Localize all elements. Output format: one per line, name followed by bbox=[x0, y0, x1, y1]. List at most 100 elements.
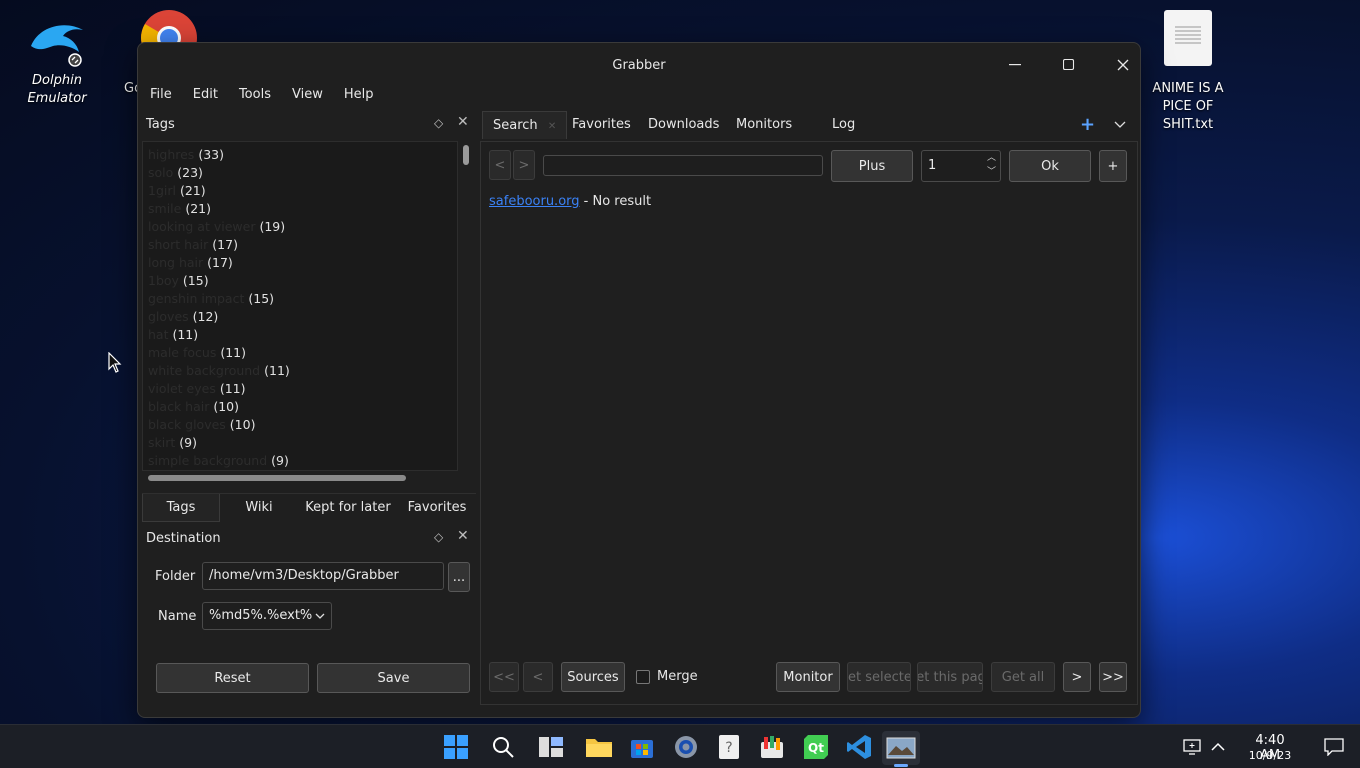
notifications-button[interactable] bbox=[1320, 731, 1348, 763]
next-page-button[interactable]: > bbox=[1063, 662, 1091, 692]
tab-favorites-main[interactable]: Favorites bbox=[572, 111, 631, 139]
task-view-button[interactable] bbox=[535, 731, 567, 763]
tag-name[interactable]: violet eyes bbox=[148, 381, 216, 396]
tag-name[interactable]: 1girl bbox=[148, 183, 176, 198]
previous-page-button-top[interactable]: < bbox=[489, 150, 511, 180]
tag-list-item[interactable]: simple background (9) bbox=[148, 452, 457, 470]
tag-list-item[interactable]: gloves (12) bbox=[148, 308, 457, 326]
close-icon[interactable]: ✕ bbox=[457, 114, 469, 130]
get-all-button[interactable]: Get all bbox=[991, 662, 1055, 692]
float-icon[interactable]: ◇ bbox=[434, 116, 443, 130]
tab-wiki[interactable]: Wiki bbox=[220, 494, 298, 522]
paint-app-button[interactable] bbox=[756, 731, 788, 763]
tab-downloads[interactable]: Downloads bbox=[648, 111, 719, 139]
tag-name[interactable]: smile bbox=[148, 201, 181, 216]
sources-button[interactable]: Sources bbox=[561, 662, 625, 692]
close-icon[interactable]: ✕ bbox=[457, 528, 469, 544]
tag-name[interactable]: male focus bbox=[148, 345, 216, 360]
tag-name[interactable]: solo bbox=[148, 165, 173, 180]
desktop-icon-textfile[interactable]: ANIME IS A PICE OF SHIT.txt bbox=[1138, 10, 1238, 134]
tab-monitors[interactable]: Monitors bbox=[736, 111, 792, 139]
tag-list-item[interactable]: 1boy (15) bbox=[148, 272, 457, 290]
tab-log[interactable]: Log bbox=[832, 111, 855, 139]
plus-button[interactable]: Plus bbox=[831, 150, 913, 182]
tag-list-item[interactable]: black gloves (10) bbox=[148, 416, 457, 434]
menu-tools[interactable]: Tools bbox=[227, 85, 280, 107]
tab-favorites[interactable]: Favorites bbox=[398, 494, 476, 522]
tag-name[interactable]: highres bbox=[148, 147, 194, 162]
display-tray-button[interactable] bbox=[1180, 731, 1204, 763]
maximize-button[interactable] bbox=[1046, 49, 1092, 81]
tag-list-item[interactable]: short hair (17) bbox=[148, 236, 457, 254]
add-source-button[interactable]: + bbox=[1099, 150, 1127, 182]
add-tab-icon[interactable]: + bbox=[1080, 111, 1095, 139]
search-input[interactable] bbox=[543, 155, 823, 176]
menu-view[interactable]: View bbox=[280, 85, 332, 107]
horizontal-scrollbar[interactable] bbox=[148, 475, 406, 481]
source-link[interactable]: safebooru.org bbox=[489, 194, 580, 209]
monitor-button[interactable]: Monitor bbox=[776, 662, 840, 692]
title-bar[interactable]: Grabber bbox=[138, 43, 1140, 87]
save-button[interactable]: Save bbox=[317, 663, 470, 693]
tag-list-item[interactable]: solo (23) bbox=[148, 164, 457, 182]
vertical-scrollbar[interactable] bbox=[462, 143, 470, 469]
tag-name[interactable]: hat bbox=[148, 327, 168, 342]
tag-name[interactable]: 1boy bbox=[148, 273, 179, 288]
tag-name[interactable]: black hair bbox=[148, 399, 209, 414]
tag-list-item[interactable]: smile (21) bbox=[148, 200, 457, 218]
close-tab-icon[interactable]: ✕ bbox=[548, 121, 556, 132]
close-button[interactable] bbox=[1100, 49, 1140, 81]
ok-button[interactable]: Ok bbox=[1009, 150, 1091, 182]
next-page-button-top[interactable]: > bbox=[513, 150, 535, 180]
tabs-menu-button[interactable] bbox=[1114, 111, 1126, 139]
tag-name[interactable]: looking at viewer bbox=[148, 219, 255, 234]
tag-name[interactable]: simple background bbox=[148, 453, 267, 468]
settings-button[interactable] bbox=[670, 731, 702, 763]
last-page-button[interactable]: >> bbox=[1099, 662, 1127, 692]
clock-date[interactable]: 10/9/23 bbox=[1244, 749, 1296, 762]
tab-search[interactable]: Search ✕ bbox=[482, 111, 568, 139]
show-hidden-icons-button[interactable] bbox=[1206, 731, 1230, 763]
tag-list-item[interactable]: highres (33) bbox=[148, 146, 457, 164]
get-selected-button[interactable]: Get selected bbox=[847, 662, 911, 692]
browse-folder-button[interactable]: ... bbox=[448, 562, 470, 592]
start-button[interactable] bbox=[440, 731, 472, 763]
folder-input[interactable]: /home/vm3/Desktop/Grabber bbox=[202, 562, 444, 590]
tab-tags[interactable]: Tags bbox=[142, 494, 220, 522]
vscode-button[interactable] bbox=[843, 731, 875, 763]
tag-list-item[interactable]: long hair (17) bbox=[148, 254, 457, 272]
tag-list-item[interactable]: looking at viewer (19) bbox=[148, 218, 457, 236]
menu-file[interactable]: File bbox=[138, 85, 181, 107]
previous-page-button[interactable]: < bbox=[523, 662, 553, 692]
tag-name[interactable]: long hair bbox=[148, 255, 203, 270]
store-button[interactable] bbox=[626, 731, 658, 763]
tag-list-item[interactable]: hat (11) bbox=[148, 326, 457, 344]
menu-edit[interactable]: Edit bbox=[181, 85, 227, 107]
tag-list-item[interactable]: 1girl (21) bbox=[148, 182, 457, 200]
first-page-button[interactable]: << bbox=[489, 662, 519, 692]
get-this-page-button[interactable]: Get this page bbox=[917, 662, 983, 692]
grabber-taskbar-button[interactable] bbox=[882, 731, 920, 767]
tag-name[interactable]: skirt bbox=[148, 435, 175, 450]
tab-kept-for-later[interactable]: Kept for later bbox=[298, 494, 398, 522]
tag-list-item[interactable]: skirt (9) bbox=[148, 434, 457, 452]
tag-name[interactable]: gloves bbox=[148, 309, 189, 324]
tag-list-item[interactable]: white background (11) bbox=[148, 362, 457, 380]
name-format-select[interactable]: %md5%.%ext% bbox=[202, 602, 332, 630]
merge-checkbox[interactable] bbox=[636, 670, 650, 684]
file-explorer-button[interactable] bbox=[583, 731, 615, 763]
menu-help[interactable]: Help bbox=[332, 85, 383, 107]
tag-name[interactable]: short hair bbox=[148, 237, 208, 252]
tag-name[interactable]: genshin impact bbox=[148, 291, 244, 306]
tag-list-item[interactable]: genshin impact (15) bbox=[148, 290, 457, 308]
qt-creator-button[interactable]: Qt bbox=[800, 731, 832, 763]
page-spinbox[interactable]: 1 ︿ ﹀ bbox=[921, 150, 1001, 182]
spin-down-icon[interactable]: ﹀ bbox=[987, 157, 996, 187]
tag-list-item[interactable]: violet eyes (11) bbox=[148, 380, 457, 398]
help-app-button[interactable]: ? bbox=[713, 731, 745, 763]
search-button[interactable] bbox=[487, 731, 519, 763]
tag-name[interactable]: black gloves bbox=[148, 417, 226, 432]
reset-button[interactable]: Reset bbox=[156, 663, 309, 693]
minimize-button[interactable] bbox=[992, 49, 1038, 81]
tag-list-item[interactable]: male focus (11) bbox=[148, 344, 457, 362]
